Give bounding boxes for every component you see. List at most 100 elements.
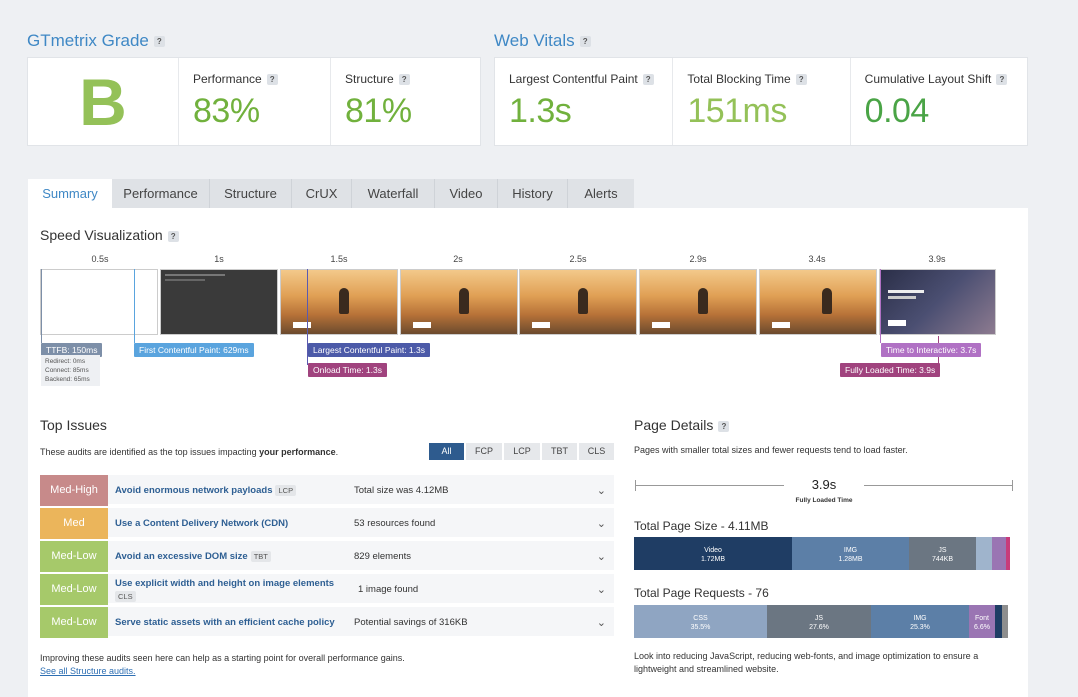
issue-tag: LCP — [275, 485, 297, 496]
size-segment-css[interactable] — [1006, 537, 1010, 570]
filter-tbt[interactable]: TBT — [542, 443, 577, 460]
filmstrip-frame[interactable] — [879, 269, 996, 335]
grade-letter-box: B — [28, 58, 178, 145]
issue-name[interactable]: Use explicit width and height on image e… — [115, 578, 345, 602]
size-segment-video[interactable]: Video 1.72MB — [634, 537, 792, 570]
tbt-label: Total Blocking Time — [687, 72, 791, 86]
issue-name[interactable]: Avoid an excessive DOM size TBT — [115, 551, 271, 562]
grade-help-icon[interactable]: ? — [153, 36, 165, 48]
issue-name-text: Use explicit width and height on image e… — [115, 578, 335, 589]
request-segment-css[interactable]: CSS 35.5% — [634, 605, 767, 638]
fully-loaded-pill: Fully Loaded Time: 3.9s — [840, 363, 941, 377]
chevron-down-icon[interactable]: ⌄ — [597, 583, 606, 596]
chevron-down-icon[interactable]: ⌄ — [597, 484, 606, 497]
fully-loaded-label: Fully Loaded Time — [795, 497, 853, 504]
segment-value: 744KB — [931, 556, 954, 563]
cls-help-icon[interactable]: ? — [996, 74, 1008, 86]
tick-label: 1s — [214, 254, 224, 264]
filmstrip-frame[interactable] — [759, 269, 877, 335]
segment-value: 1.72MB — [700, 556, 726, 563]
tbt-help-icon[interactable]: ? — [795, 74, 807, 86]
size-segment-js[interactable]: JS 744KB — [909, 537, 976, 570]
lcp-help-icon[interactable]: ? — [642, 74, 654, 86]
filmstrip-frame[interactable] — [400, 269, 518, 335]
segment-value: 27.6% — [809, 624, 829, 631]
tab-alerts[interactable]: Alerts — [568, 179, 634, 208]
lcp-pill: Largest Contentful Paint: 1.3s — [308, 343, 430, 357]
filter-lcp[interactable]: LCP — [504, 443, 540, 460]
fully-loaded-line-end — [1012, 480, 1013, 491]
page-size-title: Total Page Size - 4.11MB — [634, 519, 769, 533]
tick-label: 1.5s — [330, 254, 348, 264]
connect-detail: Connect: 85ms — [45, 367, 89, 374]
issues-footer: Improving these audits seen here can hel… — [40, 653, 405, 663]
issue-row[interactable]: Med-Low Avoid an excessive DOM size TBT 8… — [40, 541, 614, 572]
performance-help-icon[interactable]: ? — [266, 74, 278, 86]
speed-help-icon[interactable]: ? — [167, 230, 179, 242]
grade-card: B Performance? 83% Structure? 81% — [27, 57, 481, 146]
issue-row[interactable]: Med-Low Use explicit width and height on… — [40, 574, 614, 605]
tick-label: 0.5s — [91, 254, 109, 264]
page-requests-title: Total Page Requests - 76 — [634, 586, 769, 600]
tab-performance[interactable]: Performance — [112, 179, 210, 208]
issue-name[interactable]: Avoid enormous network payloads LCP — [115, 485, 297, 496]
request-segment-other[interactable] — [1002, 605, 1008, 638]
web-vitals-title: Web Vitals? — [494, 31, 591, 51]
size-segment-font[interactable] — [992, 537, 1006, 570]
vitals-title-text: Web Vitals — [494, 31, 575, 50]
fully-loaded-value: 3.9s — [784, 477, 864, 492]
issue-row[interactable]: Med-High Avoid enormous network payloads… — [40, 475, 614, 506]
request-segment-font[interactable]: Font 6.6% — [969, 605, 995, 638]
filmstrip-frame[interactable] — [280, 269, 398, 335]
page-size-bar: Video 1.72MB IMG 1.28MB JS 744KB — [634, 537, 1010, 570]
desc-suffix: . — [335, 447, 339, 457]
filmstrip-frame[interactable] — [40, 269, 158, 335]
vitals-help-icon[interactable]: ? — [579, 36, 591, 48]
issue-name-text: Serve static assets with an efficient ca… — [115, 617, 335, 628]
tti-marker-line — [880, 269, 881, 343]
page-details-description: Pages with smaller total sizes and fewer… — [634, 445, 908, 455]
fcp-marker-line — [134, 269, 135, 343]
tab-crux[interactable]: CrUX — [292, 179, 352, 208]
chevron-down-icon[interactable]: ⌄ — [597, 517, 606, 530]
request-segment-video[interactable] — [995, 605, 1002, 638]
grade-letter: B — [79, 64, 127, 139]
issue-name[interactable]: Use a Content Delivery Network (CDN) — [115, 518, 288, 529]
size-segment-other[interactable] — [976, 537, 992, 570]
issue-row[interactable]: Med-Low Serve static assets with an effi… — [40, 607, 614, 638]
issue-row[interactable]: Med Use a Content Delivery Network (CDN)… — [40, 508, 614, 539]
segment-value: 6.6% — [974, 624, 990, 631]
cls-label: Cumulative Layout Shift — [864, 72, 992, 86]
filter-cls[interactable]: CLS — [579, 443, 614, 460]
request-segment-js[interactable]: JS 27.6% — [767, 605, 871, 638]
issue-name[interactable]: Serve static assets with an efficient ca… — [115, 617, 335, 628]
issue-tag: CLS — [115, 591, 136, 602]
issue-name-text: Use a Content Delivery Network (CDN) — [115, 518, 289, 529]
structure-help-icon[interactable]: ? — [398, 74, 410, 86]
filmstrip-frame[interactable] — [639, 269, 757, 335]
severity-badge: Med — [40, 508, 108, 539]
tab-video[interactable]: Video — [435, 179, 498, 208]
tab-structure[interactable]: Structure — [210, 179, 292, 208]
page-details-help-icon[interactable]: ? — [718, 420, 730, 432]
chevron-down-icon[interactable]: ⌄ — [597, 616, 606, 629]
filter-fcp[interactable]: FCP — [466, 443, 502, 460]
segment-label: Font — [974, 615, 989, 622]
tab-waterfall[interactable]: Waterfall — [352, 179, 435, 208]
page-details-footer: Look into reducing JavaScript, reducing … — [634, 651, 979, 674]
segment-label: JS — [938, 547, 947, 554]
see-structure-audits-link[interactable]: See all Structure audits. — [40, 666, 136, 676]
filmstrip-frame[interactable] — [519, 269, 637, 335]
fully-loaded-line-start — [635, 480, 636, 491]
chevron-down-icon[interactable]: ⌄ — [597, 550, 606, 563]
request-segment-img[interactable]: IMG 25.3% — [871, 605, 969, 638]
tick-label: 2s — [453, 254, 463, 264]
tab-summary[interactable]: Summary — [28, 179, 112, 208]
issue-value: 829 elements — [354, 551, 412, 562]
tab-history[interactable]: History — [498, 179, 568, 208]
size-segment-img[interactable]: IMG 1.28MB — [792, 537, 909, 570]
filmstrip-frame[interactable] — [160, 269, 278, 335]
tick-label: 2.9s — [689, 254, 707, 264]
filter-all[interactable]: All — [429, 443, 464, 460]
performance-value: 83% — [193, 92, 260, 130]
